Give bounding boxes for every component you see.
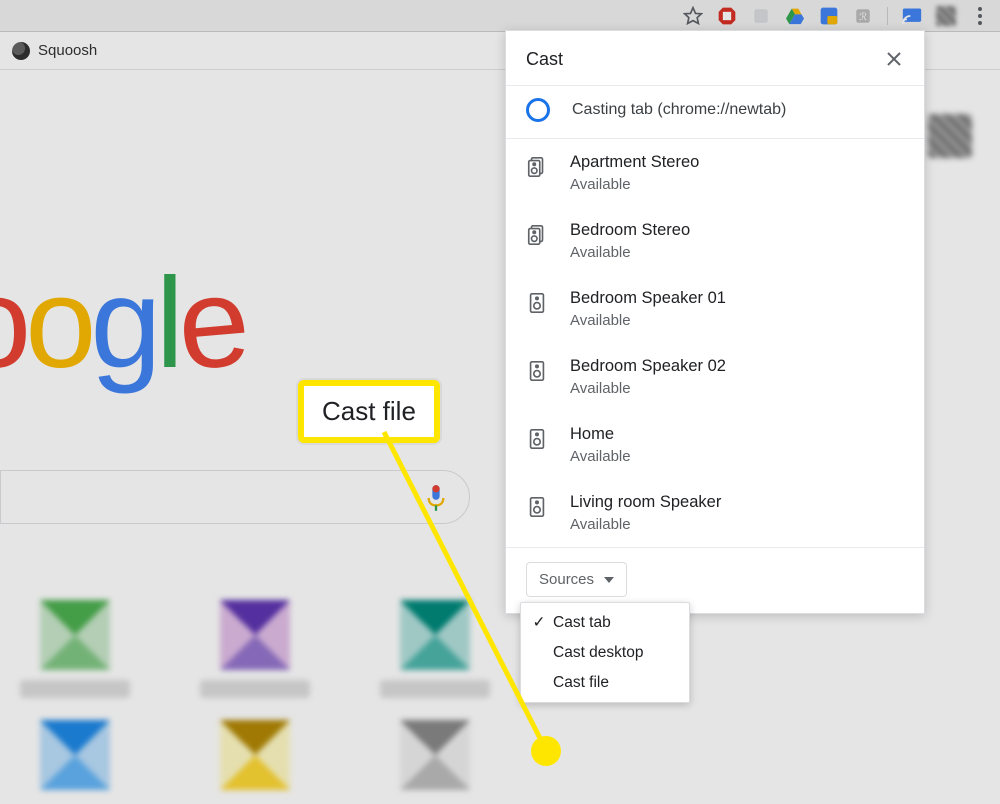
speaker-group-icon bbox=[526, 224, 548, 246]
caret-down-icon bbox=[604, 577, 614, 583]
check-icon: ✓ bbox=[531, 613, 547, 632]
casting-active-icon bbox=[526, 98, 550, 122]
device-name: Apartment Stereo bbox=[570, 153, 699, 172]
cast-footer: Sources ✓ Cast tab Cast desktop Cast fil… bbox=[506, 547, 924, 613]
search-input[interactable] bbox=[0, 470, 470, 524]
browser-toolbar: ℛ bbox=[0, 0, 1000, 32]
cast-device-row[interactable]: Bedroom Speaker 01 Available bbox=[506, 275, 924, 343]
kebab-menu-icon[interactable] bbox=[970, 6, 990, 26]
speaker-icon bbox=[526, 292, 548, 314]
shortcut-tile[interactable] bbox=[40, 600, 110, 670]
device-name: Bedroom Stereo bbox=[570, 221, 690, 240]
close-button[interactable] bbox=[880, 45, 908, 73]
cast-title: Cast bbox=[526, 49, 563, 70]
cast-popup: Cast Casting tab (chrome://newtab) Apart… bbox=[505, 30, 925, 614]
shortcut-tile[interactable] bbox=[400, 720, 470, 790]
device-name: Bedroom Speaker 02 bbox=[570, 357, 726, 376]
speaker-icon bbox=[526, 360, 548, 382]
cast-device-row[interactable]: Apartment Stereo Available bbox=[506, 139, 924, 207]
callout-dot bbox=[531, 736, 561, 766]
device-status: Available bbox=[570, 312, 726, 329]
menu-item-cast-desktop[interactable]: Cast desktop bbox=[521, 638, 689, 668]
tag-extension-icon[interactable] bbox=[819, 6, 839, 26]
casting-status-row[interactable]: Casting tab (chrome://newtab) bbox=[506, 86, 924, 139]
callout-box: Cast file bbox=[298, 380, 440, 443]
bookmark-item[interactable]: Squoosh bbox=[38, 42, 97, 59]
extension-icon[interactable] bbox=[751, 6, 771, 26]
shortcut-tile[interactable] bbox=[220, 720, 290, 790]
cast-toolbar-icon[interactable] bbox=[902, 6, 922, 26]
shortcut-tile[interactable] bbox=[400, 600, 470, 670]
cast-device-row[interactable]: Home Available bbox=[506, 411, 924, 479]
shortcut-tile[interactable] bbox=[220, 600, 290, 670]
cast-device-row[interactable]: Living room Speaker Available bbox=[506, 479, 924, 547]
sources-dropdown: ✓ Cast tab Cast desktop Cast file bbox=[520, 602, 690, 703]
device-status: Available bbox=[570, 380, 726, 397]
account-avatar[interactable] bbox=[928, 114, 972, 158]
device-name: Bedroom Speaker 01 bbox=[570, 289, 726, 308]
menu-item-label: Cast file bbox=[553, 674, 609, 692]
profile-avatar-icon[interactable] bbox=[936, 6, 956, 26]
menu-item-cast-tab[interactable]: ✓ Cast tab bbox=[521, 607, 689, 638]
casting-status-label: Casting tab (chrome://newtab) bbox=[572, 101, 786, 119]
sources-button[interactable]: Sources bbox=[526, 562, 627, 597]
mic-icon[interactable] bbox=[425, 483, 447, 518]
device-status: Available bbox=[570, 244, 690, 261]
adblock-icon[interactable] bbox=[717, 6, 737, 26]
device-status: Available bbox=[570, 176, 699, 193]
device-name: Home bbox=[570, 425, 631, 444]
shortcut-tiles bbox=[40, 600, 520, 790]
device-status: Available bbox=[570, 516, 721, 533]
speaker-icon bbox=[526, 496, 548, 518]
toolbar-separator bbox=[887, 7, 888, 25]
device-name: Living room Speaker bbox=[570, 493, 721, 512]
cast-device-row[interactable]: Bedroom Stereo Available bbox=[506, 207, 924, 275]
sources-label: Sources bbox=[539, 571, 594, 588]
cast-device-row[interactable]: Bedroom Speaker 02 Available bbox=[506, 343, 924, 411]
device-status: Available bbox=[570, 448, 631, 465]
grey-extension-icon[interactable]: ℛ bbox=[853, 6, 873, 26]
menu-item-label: Cast desktop bbox=[553, 644, 643, 662]
menu-item-label: Cast tab bbox=[553, 614, 611, 632]
speaker-group-icon bbox=[526, 156, 548, 178]
menu-item-cast-file[interactable]: Cast file bbox=[521, 668, 689, 698]
speaker-icon bbox=[526, 428, 548, 450]
star-icon[interactable] bbox=[683, 6, 703, 26]
shortcut-tile[interactable] bbox=[40, 720, 110, 790]
callout-label: Cast file bbox=[322, 396, 416, 426]
drive-icon[interactable] bbox=[785, 6, 805, 26]
google-logo: oogle bbox=[0, 250, 243, 397]
bookmark-favicon-icon bbox=[12, 42, 30, 60]
svg-text:ℛ: ℛ bbox=[859, 12, 867, 23]
